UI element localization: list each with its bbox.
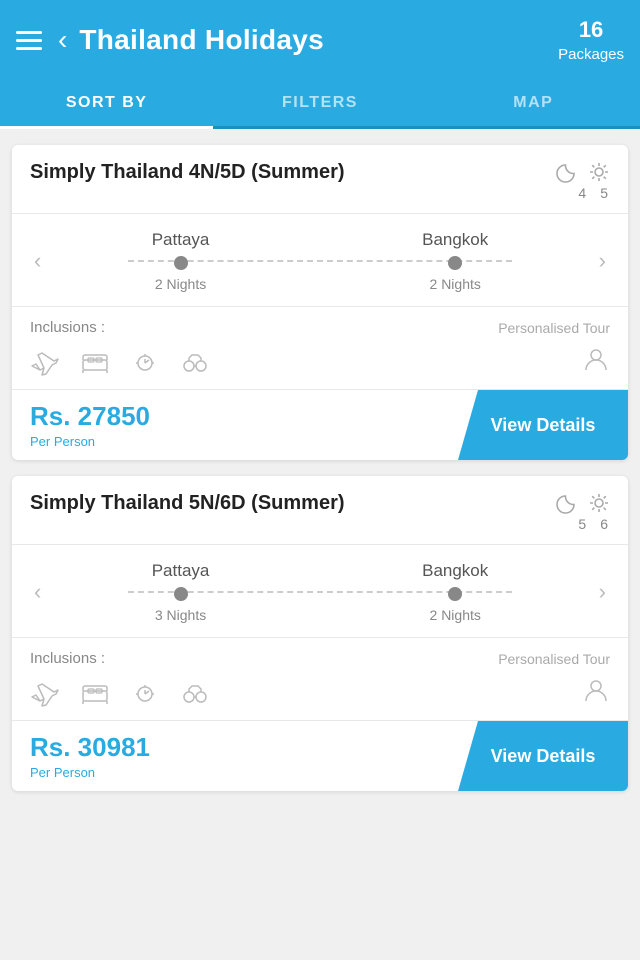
days-count-2: 6 — [600, 516, 608, 532]
food-icon-2 — [130, 681, 160, 707]
packages-count: 16 — [558, 16, 624, 45]
city-dot-pattaya-1 — [174, 256, 188, 270]
city-name-bangkok-2: Bangkok — [422, 561, 488, 581]
price-section-1: Rs. 27850 Per Person — [12, 390, 458, 460]
person-icon-wrap-2 — [562, 677, 610, 710]
food-icon-1 — [130, 350, 160, 376]
city-name-pattaya-2: Pattaya — [152, 561, 210, 581]
city-bangkok-2: Bangkok 2 Nights — [422, 561, 488, 623]
tab-sort[interactable]: SORT BY — [0, 80, 213, 126]
tab-filters[interactable]: FILTERS — [213, 80, 426, 126]
inclusions-section-1: Inclusions : Personalised Tour — [12, 307, 628, 390]
package-card-1: Simply Thailand 4N/5D (Summer) — [12, 145, 628, 460]
city-name-pattaya-1: Pattaya — [152, 230, 210, 250]
app-header: ‹ Thailand Holidays 16 Packages — [0, 0, 640, 80]
itinerary-2: ‹ Pattaya 3 Nights Bangkok 2 Nights › — [12, 545, 628, 638]
city-dot-pattaya-2 — [174, 587, 188, 601]
price-amount-1: Rs. 27850 — [30, 401, 440, 432]
city-dot-bangkok-1 — [448, 256, 462, 270]
person-icon-1 — [582, 346, 610, 374]
cities-row-1: Pattaya 2 Nights Bangkok 2 Nights — [45, 230, 594, 292]
moon-icon-2 — [556, 492, 578, 514]
view-details-btn-1[interactable]: View Details — [458, 390, 628, 460]
city-nights-bangkok-1: 2 Nights — [430, 276, 481, 292]
price-per-2: Per Person — [30, 765, 440, 780]
city-name-bangkok-1: Bangkok — [422, 230, 488, 250]
personalised-label-2: Personalised Tour — [498, 651, 610, 667]
price-per-1: Per Person — [30, 434, 440, 449]
package-title-1: Simply Thailand 4N/5D (Summer) — [30, 161, 556, 184]
packages-count-block: 16 Packages — [558, 16, 624, 64]
inclusions-label-2: Inclusions : — [30, 650, 105, 667]
city-bangkok-1: Bangkok 2 Nights — [422, 230, 488, 292]
night-day-info-2: 5 6 — [556, 492, 610, 532]
cities-row-2: Pattaya 3 Nights Bangkok 2 Nights — [45, 561, 594, 623]
tab-bar: SORT BY FILTERS MAP — [0, 80, 640, 129]
prev-city-btn-2[interactable]: ‹ — [30, 579, 45, 605]
hamburger-menu-icon[interactable] — [16, 31, 42, 50]
sun-icon-2 — [588, 492, 610, 514]
package-title-2: Simply Thailand 5N/6D (Summer) — [30, 492, 556, 515]
inclusions-header-1: Inclusions : Personalised Tour — [30, 319, 610, 336]
prev-city-btn-1[interactable]: ‹ — [30, 248, 45, 274]
package-card-2: Simply Thailand 5N/6D (Summer) — [12, 476, 628, 791]
binoculars-icon-2 — [180, 681, 210, 707]
person-icon-2 — [582, 677, 610, 705]
city-pattaya-2: Pattaya 3 Nights — [152, 561, 210, 623]
tab-map[interactable]: MAP — [427, 80, 640, 126]
inclusion-icons-1 — [30, 350, 210, 376]
person-icon-wrap-1 — [562, 346, 610, 379]
card-header-2: Simply Thailand 5N/6D (Summer) — [12, 476, 628, 545]
packages-list: Simply Thailand 4N/5D (Summer) — [0, 129, 640, 807]
inclusions-label-1: Inclusions : — [30, 319, 105, 336]
nights-count-2: 5 — [578, 516, 586, 532]
bed-icon-1 — [80, 350, 110, 376]
city-dot-bangkok-2 — [448, 587, 462, 601]
next-city-btn-2[interactable]: › — [595, 579, 610, 605]
inclusion-icons-2 — [30, 681, 210, 707]
personalised-label-1: Personalised Tour — [498, 320, 610, 336]
bed-icon-2 — [80, 681, 110, 707]
card-footer-2: Rs. 30981 Per Person View Details — [12, 721, 628, 791]
inclusions-header-2: Inclusions : Personalised Tour — [30, 650, 610, 667]
moon-icon-1 — [556, 161, 578, 183]
card-header-1: Simply Thailand 4N/5D (Summer) — [12, 145, 628, 214]
days-count-1: 5 — [600, 185, 608, 201]
price-section-2: Rs. 30981 Per Person — [12, 721, 458, 791]
night-day-info-1: 4 5 — [556, 161, 610, 201]
plane-icon-1 — [30, 350, 60, 376]
nights-count-1: 4 — [578, 185, 586, 201]
next-city-btn-1[interactable]: › — [595, 248, 610, 274]
inclusions-section-2: Inclusions : Personalised Tour — [12, 638, 628, 721]
packages-label: Packages — [558, 46, 624, 63]
header-left: ‹ Thailand Holidays — [16, 24, 324, 56]
view-details-btn-2[interactable]: View Details — [458, 721, 628, 791]
page-title: Thailand Holidays — [79, 24, 324, 56]
binoculars-icon-1 — [180, 350, 210, 376]
plane-icon-2 — [30, 681, 60, 707]
itinerary-1: ‹ Pattaya 2 Nights Bangkok 2 Nights › — [12, 214, 628, 307]
sun-icon-1 — [588, 161, 610, 183]
city-nights-bangkok-2: 2 Nights — [430, 607, 481, 623]
city-nights-pattaya-1: 2 Nights — [155, 276, 206, 292]
card-footer-1: Rs. 27850 Per Person View Details — [12, 390, 628, 460]
price-amount-2: Rs. 30981 — [30, 732, 440, 763]
city-nights-pattaya-2: 3 Nights — [155, 607, 206, 623]
city-pattaya-1: Pattaya 2 Nights — [152, 230, 210, 292]
back-icon[interactable]: ‹ — [58, 26, 67, 54]
